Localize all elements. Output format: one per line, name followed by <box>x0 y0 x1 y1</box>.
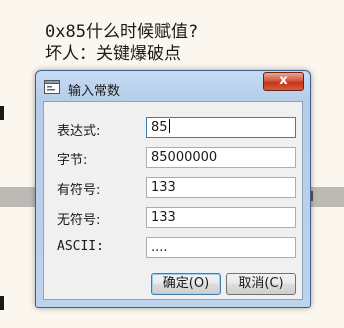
dialog-client-area: 表达式: 85 字节: 85000000 有符号: 133 无符号: 133 A… <box>43 101 303 300</box>
close-button[interactable]: x <box>263 72 304 91</box>
background-text-line2: 坏人：关键爆破点 <box>45 44 181 64</box>
constant-input-dialog: 输入常数 x 表达式: 85 字节: 85000000 有符号: 133 无符号… <box>35 70 311 308</box>
cancel-button[interactable]: 取消(C) <box>226 273 296 295</box>
ok-button[interactable]: 确定(O) <box>151 273 221 295</box>
byte-input[interactable]: 85000000 <box>146 147 296 168</box>
text-caret <box>168 119 170 133</box>
signed-input[interactable]: 133 <box>146 177 296 198</box>
expression-input[interactable]: 85 <box>146 117 296 138</box>
byte-label: 字节: <box>57 153 88 168</box>
signed-label: 有符号: <box>57 183 101 198</box>
background-marker <box>0 106 4 120</box>
ascii-label: ASCII: <box>57 239 104 254</box>
expression-label: 表达式: <box>57 124 101 139</box>
ascii-input[interactable]: .... <box>146 237 296 258</box>
unsigned-input[interactable]: 133 <box>146 207 296 228</box>
dialog-title-bar[interactable]: 输入常数 x <box>36 71 310 105</box>
background-marker <box>0 296 4 310</box>
unsigned-label: 无符号: <box>57 213 101 228</box>
dialog-title: 输入常数 <box>68 84 121 99</box>
close-icon: x <box>279 73 288 88</box>
dialog-app-icon <box>44 80 60 94</box>
